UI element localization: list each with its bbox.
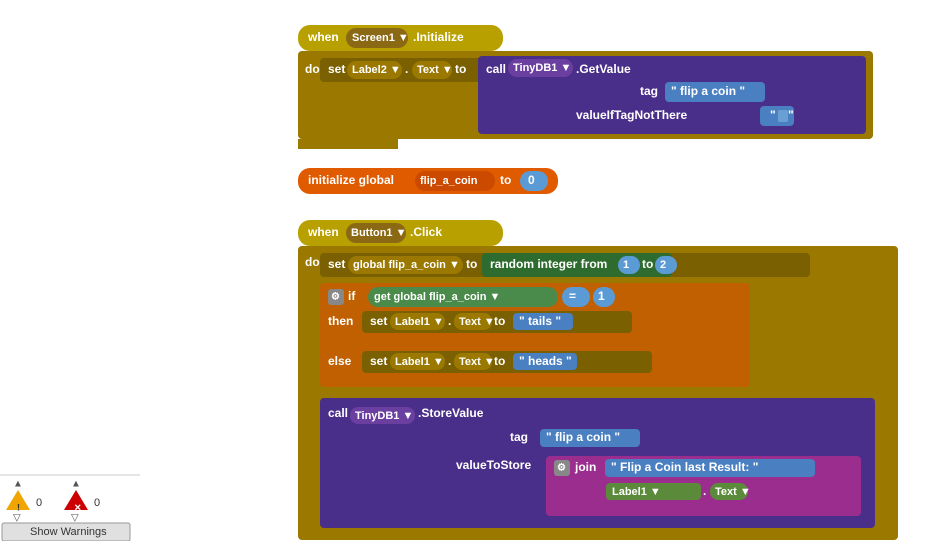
svg-text:Screen1 ▼: Screen1 ▼ — [352, 32, 409, 44]
svg-text:.: . — [448, 354, 451, 368]
svg-text:else: else — [328, 354, 352, 368]
svg-text:do: do — [305, 255, 320, 269]
svg-text:0: 0 — [528, 173, 535, 187]
svg-text:": " — [770, 108, 776, 122]
svg-text:.Initialize: .Initialize — [413, 30, 464, 44]
svg-text:global flip_a_coin ▼: global flip_a_coin ▼ — [353, 259, 460, 271]
svg-text:set: set — [370, 354, 387, 368]
svg-text:" tails ": " tails " — [519, 314, 561, 328]
svg-text:.: . — [405, 62, 408, 76]
svg-text:Button1 ▼: Button1 ▼ — [351, 227, 407, 239]
svg-text:.: . — [703, 484, 706, 498]
svg-text:Label1 ▼: Label1 ▼ — [612, 486, 661, 498]
svg-text:▲: ▲ — [13, 479, 23, 490]
svg-text:▽: ▽ — [71, 513, 79, 524]
svg-text:Text ▼: Text ▼ — [459, 316, 495, 328]
svg-text:get global flip_a_coin ▼: get global flip_a_coin ▼ — [374, 291, 500, 303]
svg-text:TinyDB1 ▼: TinyDB1 ▼ — [513, 62, 571, 74]
svg-text:tag: tag — [640, 84, 658, 98]
svg-text:join: join — [574, 460, 596, 474]
svg-text:to: to — [494, 354, 505, 368]
svg-text:1: 1 — [598, 289, 605, 303]
svg-text:Text ▼: Text ▼ — [417, 64, 453, 76]
svg-text:flip_a_coin: flip_a_coin — [420, 175, 478, 187]
svg-text:call: call — [486, 62, 506, 76]
svg-text:.StoreValue: .StoreValue — [418, 406, 484, 420]
svg-text:valueIfTagNotThere: valueIfTagNotThere — [576, 108, 687, 122]
svg-text:initialize global: initialize global — [308, 173, 394, 187]
svg-text:▽: ▽ — [13, 513, 21, 524]
svg-text:" flip a coin ": " flip a coin " — [671, 84, 745, 98]
svg-text:.Click: .Click — [410, 225, 442, 239]
svg-text:" heads ": " heads " — [519, 354, 572, 368]
svg-text:TinyDB1 ▼: TinyDB1 ▼ — [355, 410, 413, 422]
svg-text:⚙: ⚙ — [331, 292, 340, 303]
svg-text:set: set — [328, 257, 345, 271]
err-count: 0 — [94, 497, 100, 509]
svg-text:set: set — [328, 62, 345, 76]
svg-text:valueToStore: valueToStore — [456, 458, 531, 472]
svg-text:✕: ✕ — [74, 502, 82, 512]
svg-text:.: . — [448, 314, 451, 328]
svg-text:tag: tag — [510, 430, 528, 444]
svg-text:=: = — [569, 289, 576, 303]
svg-text:to: to — [642, 257, 653, 271]
svg-text:!: ! — [17, 502, 20, 512]
show-warnings-btn[interactable]: Show Warnings — [30, 526, 107, 538]
svg-text:▲: ▲ — [71, 479, 81, 490]
svg-text:when: when — [307, 30, 339, 44]
svg-text:1: 1 — [623, 259, 629, 271]
svg-text:" Flip a Coin last Result: ": " Flip a Coin last Result: " — [611, 460, 758, 474]
svg-text:random integer from: random integer from — [490, 257, 607, 271]
svg-text:" flip a coin ": " flip a coin " — [546, 430, 620, 444]
svg-text:Text ▼: Text ▼ — [459, 356, 495, 368]
svg-text:set: set — [370, 314, 387, 328]
svg-text:to: to — [494, 314, 505, 328]
svg-text:2: 2 — [660, 259, 666, 271]
svg-text:Label1 ▼: Label1 ▼ — [395, 356, 444, 368]
svg-text:Label1 ▼: Label1 ▼ — [395, 316, 444, 328]
svg-text:to: to — [500, 173, 511, 187]
svg-text:": " — [788, 108, 794, 122]
svg-text:do: do — [305, 62, 320, 76]
svg-text:to: to — [455, 62, 466, 76]
svg-text:to: to — [466, 257, 477, 271]
svg-text:then: then — [328, 314, 353, 328]
svg-text:when: when — [307, 225, 339, 239]
svg-text:Text ▼: Text ▼ — [715, 486, 751, 498]
warn-count: 0 — [36, 497, 42, 509]
svg-text:Label2 ▼: Label2 ▼ — [352, 64, 401, 76]
svg-text:⚙: ⚙ — [557, 463, 566, 474]
svg-text:call: call — [328, 406, 348, 420]
svg-text:if: if — [348, 289, 356, 303]
svg-text:.GetValue: .GetValue — [576, 62, 631, 76]
